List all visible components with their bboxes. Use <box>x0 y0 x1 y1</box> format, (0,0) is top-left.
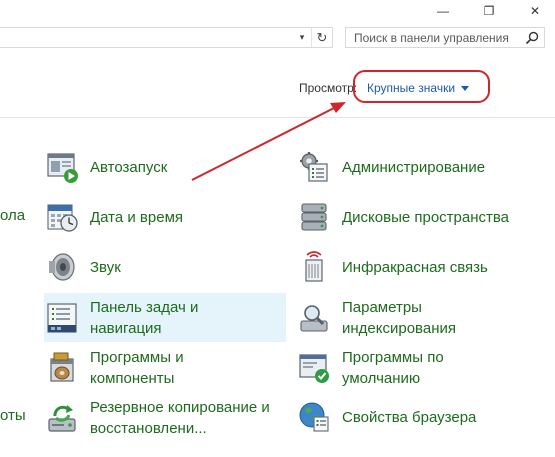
item-label: Программы и компоненты <box>90 347 184 389</box>
speaker-icon <box>44 249 80 285</box>
refresh-icon[interactable]: ↻ <box>311 28 332 47</box>
item-label-line: Резервное копирование и <box>90 399 270 416</box>
item-label-line: компоненты <box>90 370 175 387</box>
item-indexing-options[interactable]: Параметры индексирования <box>296 295 546 341</box>
default-programs-icon <box>296 350 332 386</box>
item-date-time[interactable]: Дата и время <box>44 197 284 237</box>
search-box[interactable] <box>345 27 545 48</box>
item-label-line: индексирования <box>342 320 456 337</box>
close-button[interactable]: ✕ <box>512 0 555 22</box>
search-input[interactable] <box>346 30 521 45</box>
item-storage-spaces[interactable]: Дисковые пространства <box>296 197 546 237</box>
programs-icon <box>44 350 80 386</box>
taskbar-icon <box>44 300 80 336</box>
item-label: Резервное копирование и восстановлени... <box>90 397 270 439</box>
date-time-icon <box>44 199 80 235</box>
item-label: Дисковые пространства <box>342 208 510 226</box>
minimize-button[interactable]: — <box>420 0 466 22</box>
item-label: Свойства браузера <box>342 408 477 426</box>
item-label-line: навигация <box>90 319 162 337</box>
internet-options-icon <box>296 399 332 435</box>
item-sound[interactable]: Звук <box>44 247 284 287</box>
view-by-label: Просмотр: <box>299 81 358 95</box>
admin-tools-icon <box>296 149 332 185</box>
item-label: Звук <box>90 258 121 276</box>
item-backup-restore[interactable]: Резервное копирование и восстановлени... <box>44 395 284 441</box>
item-label-line: Программы по <box>342 349 444 366</box>
item-label-line: Программы и <box>90 349 184 366</box>
cut-off-label: оты <box>0 407 26 424</box>
item-label: Программы по умолчанию <box>342 347 444 389</box>
maximize-button[interactable]: ❐ <box>466 0 512 22</box>
item-label: Автозапуск <box>90 158 168 176</box>
item-label: Параметры индексирования <box>342 297 456 339</box>
cut-off-label: ола <box>0 207 26 224</box>
item-default-programs[interactable]: Программы по умолчанию <box>296 345 546 391</box>
indexing-icon <box>296 300 332 336</box>
item-autoplay[interactable]: Автозапуск <box>44 147 284 187</box>
backup-icon <box>44 400 80 436</box>
item-label: Администрирование <box>342 158 486 176</box>
item-label: Инфракрасная связь <box>342 258 488 276</box>
item-infrared[interactable]: Инфракрасная связь <box>296 247 546 287</box>
item-label-line: Панель задач и <box>90 298 199 316</box>
view-mode-dropdown[interactable]: Крупные значки <box>367 79 470 97</box>
item-label-line: восстановлени... <box>90 420 207 437</box>
caret-down-icon <box>461 85 470 91</box>
item-programs-features[interactable]: Программы и компоненты <box>44 345 284 391</box>
item-internet-options[interactable]: Свойства браузера <box>296 397 546 437</box>
infrared-icon <box>296 249 332 285</box>
item-label-line: умолчанию <box>342 370 421 387</box>
control-panel-window: — ❐ ✕ ▾ ↻ Просмотр: Крупные значки ола о… <box>0 0 555 457</box>
storage-spaces-icon <box>296 199 332 235</box>
item-taskbar-navigation[interactable]: Панель задач и навигация <box>44 293 286 342</box>
address-bar[interactable]: ▾ ↻ <box>0 27 333 48</box>
item-label-line: Параметры <box>342 299 422 316</box>
autoplay-icon <box>44 149 80 185</box>
item-label: Панель задач и навигация <box>90 297 198 339</box>
view-mode-value: Крупные значки <box>367 81 456 95</box>
address-history-dropdown-icon[interactable]: ▾ <box>294 28 310 47</box>
item-label: Дата и время <box>90 208 184 226</box>
item-administrative-tools[interactable]: Администрирование <box>296 147 546 187</box>
header-divider <box>0 117 555 118</box>
search-icon[interactable] <box>520 28 544 47</box>
